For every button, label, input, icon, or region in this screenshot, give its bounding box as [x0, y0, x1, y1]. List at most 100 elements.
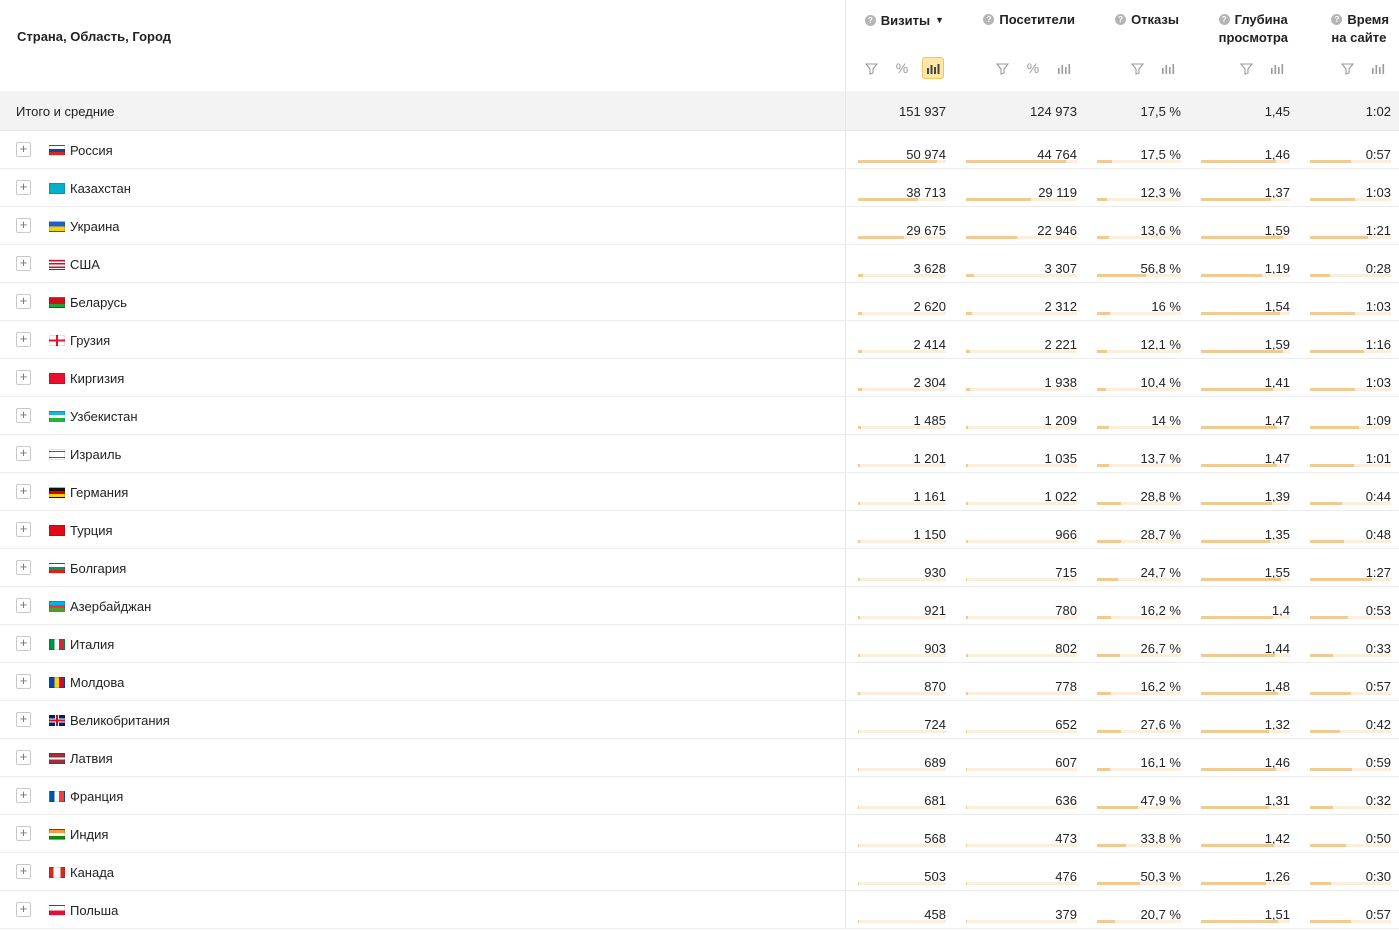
expand-icon[interactable]: +: [16, 294, 31, 309]
expand-icon[interactable]: +: [16, 712, 31, 727]
expand-icon[interactable]: +: [16, 750, 31, 765]
table-row[interactable]: + Болгария 930 715 24,7 % 1,55 1:27: [0, 549, 1399, 587]
country-name[interactable]: Беларусь: [70, 295, 127, 310]
metric-header-time[interactable]: ? Время на сайте: [1298, 0, 1399, 91]
table-row[interactable]: + Украина 29 675 22 946 13,6 % 1,59 1:21: [0, 207, 1399, 245]
row-name-cell[interactable]: + Индия: [0, 815, 846, 852]
table-row[interactable]: + Канада 503 476 50,3 % 1,26 0:30: [0, 853, 1399, 891]
help-icon[interactable]: ?: [1218, 14, 1230, 25]
row-name-cell[interactable]: + Израиль: [0, 435, 846, 472]
country-name[interactable]: Узбекистан: [70, 409, 138, 424]
row-name-cell[interactable]: + Украина: [0, 207, 846, 244]
expand-icon[interactable]: +: [16, 864, 31, 879]
row-name-cell[interactable]: + Грузия: [0, 321, 846, 358]
country-name[interactable]: Индия: [70, 827, 108, 842]
bar-chart-icon[interactable]: [922, 57, 944, 79]
row-name-cell[interactable]: + Казахстан: [0, 169, 846, 206]
row-name-cell[interactable]: + Болгария: [0, 549, 846, 586]
sort-desc-icon[interactable]: ▼: [935, 15, 944, 25]
filter-icon[interactable]: [991, 57, 1013, 79]
percent-icon[interactable]: %: [891, 57, 913, 79]
metric-header-visits[interactable]: ? Визиты ▼ %: [846, 0, 954, 91]
filter-icon[interactable]: [1126, 57, 1148, 79]
row-name-cell[interactable]: + Киргизия: [0, 359, 846, 396]
table-row[interactable]: + Израиль 1 201 1 035 13,7 % 1,47 1:01: [0, 435, 1399, 473]
country-name[interactable]: Израиль: [70, 447, 121, 462]
expand-icon[interactable]: +: [16, 902, 31, 917]
row-name-cell[interactable]: + Молдова: [0, 663, 846, 700]
country-name[interactable]: Россия: [70, 143, 113, 158]
country-name[interactable]: Болгария: [70, 561, 126, 576]
country-name[interactable]: Молдова: [70, 675, 124, 690]
bar-chart-icon[interactable]: [1367, 57, 1389, 79]
row-name-cell[interactable]: + Турция: [0, 511, 846, 548]
help-icon[interactable]: ?: [1331, 14, 1343, 25]
bar-chart-icon[interactable]: [1157, 57, 1179, 79]
expand-icon[interactable]: +: [16, 484, 31, 499]
bar-chart-icon[interactable]: [1053, 57, 1075, 79]
table-row[interactable]: + Киргизия 2 304 1 938 10,4 % 1,41 1:03: [0, 359, 1399, 397]
country-name[interactable]: Франция: [70, 789, 123, 804]
expand-icon[interactable]: +: [16, 788, 31, 803]
table-row[interactable]: + Германия 1 161 1 022 28,8 % 1,39 0:44: [0, 473, 1399, 511]
country-name[interactable]: США: [70, 257, 100, 272]
row-name-cell[interactable]: + Россия: [0, 131, 846, 168]
row-name-cell[interactable]: + Польша: [0, 891, 846, 928]
expand-icon[interactable]: +: [16, 408, 31, 423]
expand-icon[interactable]: +: [16, 598, 31, 613]
row-name-cell[interactable]: + Азербайджан: [0, 587, 846, 624]
expand-icon[interactable]: +: [16, 636, 31, 651]
table-row[interactable]: + Азербайджан 921 780 16,2 % 1,4 0:53: [0, 587, 1399, 625]
country-name[interactable]: Украина: [70, 219, 120, 234]
help-icon[interactable]: ?: [1115, 14, 1127, 25]
table-row[interactable]: + Великобритания 724 652 27,6 % 1,32 0:42: [0, 701, 1399, 739]
table-row[interactable]: + Индия 568 473 33,8 % 1,42 0:50: [0, 815, 1399, 853]
row-name-cell[interactable]: + Беларусь: [0, 283, 846, 320]
expand-icon[interactable]: +: [16, 142, 31, 157]
country-name[interactable]: Польша: [70, 903, 118, 918]
table-row[interactable]: + Турция 1 150 966 28,7 % 1,35 0:48: [0, 511, 1399, 549]
country-name[interactable]: Казахстан: [70, 181, 131, 196]
expand-icon[interactable]: +: [16, 332, 31, 347]
expand-icon[interactable]: +: [16, 522, 31, 537]
table-row[interactable]: + Франция 681 636 47,9 % 1,31 0:32: [0, 777, 1399, 815]
filter-icon[interactable]: [1336, 57, 1358, 79]
help-icon[interactable]: ?: [983, 14, 995, 25]
table-row[interactable]: + Латвия 689 607 16,1 % 1,46 0:59: [0, 739, 1399, 777]
table-row[interactable]: + Молдова 870 778 16,2 % 1,48 0:57: [0, 663, 1399, 701]
expand-icon[interactable]: +: [16, 560, 31, 575]
row-name-cell[interactable]: + Канада: [0, 853, 846, 890]
table-row[interactable]: + США 3 628 3 307 56,8 % 1,19 0:28: [0, 245, 1399, 283]
country-name[interactable]: Латвия: [70, 751, 113, 766]
row-name-cell[interactable]: + Италия: [0, 625, 846, 662]
table-row[interactable]: + Польша 458 379 20,7 % 1,51 0:57: [0, 891, 1399, 929]
expand-icon[interactable]: +: [16, 674, 31, 689]
country-name[interactable]: Киргизия: [70, 371, 124, 386]
country-name[interactable]: Турция: [70, 523, 113, 538]
table-row[interactable]: + Италия 903 802 26,7 % 1,44 0:33: [0, 625, 1399, 663]
table-row[interactable]: + Беларусь 2 620 2 312 16 % 1,54 1:03: [0, 283, 1399, 321]
country-name[interactable]: Грузия: [70, 333, 110, 348]
country-name[interactable]: Италия: [70, 637, 114, 652]
row-name-cell[interactable]: + Латвия: [0, 739, 846, 776]
country-name[interactable]: Азербайджан: [70, 599, 151, 614]
expand-icon[interactable]: +: [16, 256, 31, 271]
row-name-cell[interactable]: + Узбекистан: [0, 397, 846, 434]
expand-icon[interactable]: +: [16, 218, 31, 233]
expand-icon[interactable]: +: [16, 446, 31, 461]
country-name[interactable]: Великобритания: [70, 713, 170, 728]
row-name-cell[interactable]: + Великобритания: [0, 701, 846, 738]
help-icon[interactable]: ?: [864, 15, 876, 26]
row-name-cell[interactable]: + Франция: [0, 777, 846, 814]
country-name[interactable]: Канада: [70, 865, 114, 880]
filter-icon[interactable]: [860, 57, 882, 79]
percent-icon[interactable]: %: [1022, 57, 1044, 79]
expand-icon[interactable]: +: [16, 826, 31, 841]
expand-icon[interactable]: +: [16, 370, 31, 385]
filter-icon[interactable]: [1235, 57, 1257, 79]
metric-header-visitors[interactable]: ? Посетители %: [954, 0, 1085, 91]
expand-icon[interactable]: +: [16, 180, 31, 195]
table-row[interactable]: + Узбекистан 1 485 1 209 14 % 1,47 1:09: [0, 397, 1399, 435]
table-row[interactable]: + Казахстан 38 713 29 119 12,3 % 1,37 1:03: [0, 169, 1399, 207]
dimension-header[interactable]: Страна, Область, Город: [0, 0, 846, 91]
